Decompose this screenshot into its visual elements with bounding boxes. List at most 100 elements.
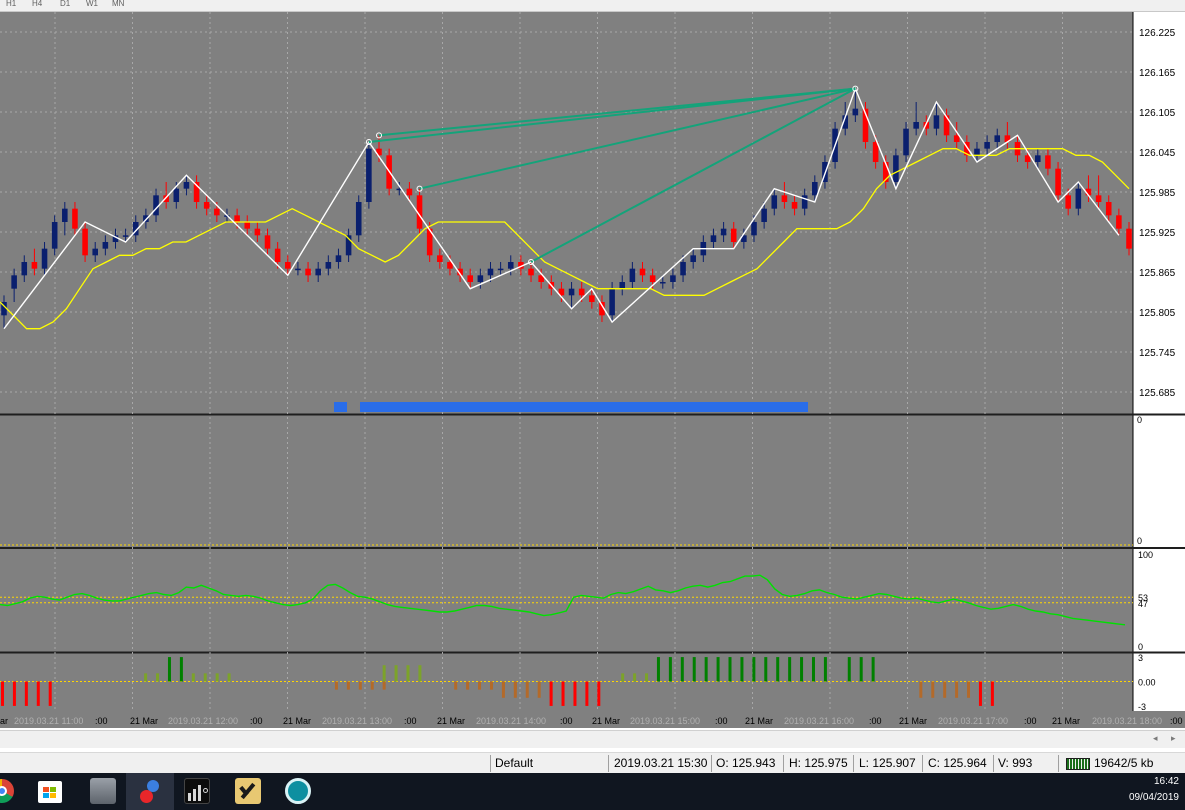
histogram-bar: [764, 657, 768, 682]
status-close: C: 125.964: [928, 756, 987, 770]
histogram-bar: [943, 681, 947, 698]
histogram-bar: [1, 681, 4, 706]
bull-candle: [720, 228, 727, 236]
analytics-icon[interactable]: [184, 778, 210, 804]
horizontal-scrollbar[interactable]: ◂ ▸: [0, 730, 1185, 748]
histogram-bar: [680, 657, 684, 682]
histogram-bar: [800, 657, 804, 682]
timeframe-h4[interactable]: H4: [32, 0, 42, 8]
bull-candle: [761, 208, 767, 222]
bear-candle: [943, 115, 950, 136]
period-separator-label: 2019.03.21 17:00: [938, 716, 1008, 726]
oscillator-tick-label: 0: [1138, 642, 1143, 652]
histogram-bar: [573, 681, 577, 706]
profile-name[interactable]: Default: [495, 756, 533, 770]
bear-candle: [953, 135, 960, 142]
bull-candle: [11, 275, 17, 289]
price-chart[interactable]: 126.225 126.165 126.105 126.045 125.985 125.9…: [0, 12, 1185, 728]
scroll-right-icon[interactable]: ▸: [1171, 733, 1176, 744]
bull-candle: [355, 202, 362, 236]
signal-bar: [360, 402, 808, 412]
histogram-bar: [489, 681, 493, 690]
bull-candle: [315, 268, 321, 276]
taskbar-date[interactable]: 09/04/2019: [1129, 792, 1179, 803]
bull-candle: [751, 222, 757, 236]
histogram-bar: [513, 681, 517, 698]
price-tick-label: 125.805: [1139, 308, 1176, 319]
bull-candle: [1075, 188, 1082, 209]
histogram-bar: [191, 673, 195, 682]
time-tick-label: :00: [250, 716, 263, 726]
bear-candle: [234, 215, 240, 222]
period-separator-label: 2019.03.21 11:00: [14, 716, 83, 726]
time-tick-label: 21 Mar: [437, 716, 465, 726]
status-datetime: 2019.03.21 15:30: [614, 756, 708, 770]
bear-candle: [244, 222, 251, 229]
histogram-bar: [48, 681, 52, 706]
histogram-bar: [668, 657, 672, 682]
bull-candle: [710, 235, 717, 242]
status-bar: Default 2019.03.21 15:30 O: 125.943 H: 1…: [0, 752, 1185, 773]
timeframe-d1[interactable]: D1: [60, 0, 70, 8]
bear-candle: [578, 288, 585, 296]
bull-candle: [487, 268, 494, 276]
bear-candle: [406, 188, 413, 196]
time-tick-label: 21 Mar: [745, 716, 773, 726]
bear-candle: [589, 295, 595, 302]
taskbar-time[interactable]: 16:42: [1154, 776, 1179, 787]
bear-candle: [82, 228, 88, 256]
bull-candle: [122, 235, 129, 237]
bull-candle: [1034, 155, 1041, 162]
indicator-zero-top: 0: [1137, 415, 1142, 425]
bear-candle: [730, 228, 737, 242]
bear-candle: [1116, 215, 1122, 229]
histogram-bar: [859, 657, 863, 682]
timeframe-w1[interactable]: W1: [86, 0, 98, 8]
time-tick-label: 21 Mar: [130, 716, 158, 726]
histogram-bar: [633, 673, 637, 682]
bull-candle: [102, 242, 109, 249]
bear-candle: [639, 268, 646, 276]
bear-candle: [1055, 168, 1061, 196]
time-tick-label: :00: [1170, 716, 1183, 726]
histogram-bar: [656, 657, 660, 682]
bull-candle: [893, 155, 899, 182]
metatrader-icon[interactable]: [139, 778, 165, 804]
bull-candle: [994, 135, 1001, 142]
scroll-left-icon[interactable]: ◂: [1153, 733, 1158, 744]
moving-average-line: [0, 148, 1130, 330]
histogram-bar: [203, 673, 207, 682]
network-icon[interactable]: [285, 778, 311, 804]
status-high: H: 125.975: [789, 756, 848, 770]
store-icon[interactable]: [38, 781, 62, 803]
bull-candle: [325, 262, 332, 269]
time-tick-label: ar: [0, 716, 8, 726]
histogram-bar: [597, 681, 601, 706]
price-tick-label: 126.105: [1139, 108, 1176, 119]
histogram-bar: [418, 665, 422, 682]
file-manager-icon[interactable]: [90, 778, 116, 804]
bear-candle: [31, 262, 38, 269]
histogram-bar: [716, 657, 720, 682]
timeframe-mn[interactable]: MN: [112, 0, 124, 8]
histogram-bar: [752, 657, 756, 682]
bull-candle: [41, 248, 48, 269]
chrome-icon[interactable]: [0, 779, 14, 803]
timeframe-toolbar: H1 H4 D1 W1 MN: [0, 0, 1185, 12]
connection-bars-icon[interactable]: [1066, 758, 1090, 770]
price-tick-label: 126.165: [1139, 68, 1176, 79]
status-volume: V: 993: [998, 756, 1033, 770]
timeframe-h1[interactable]: H1: [6, 0, 16, 8]
status-low: L: 125.907: [859, 756, 916, 770]
histogram-bar: [990, 681, 994, 706]
bear-candle: [1126, 228, 1132, 249]
histogram-bar: [227, 673, 231, 682]
bear-candle: [781, 195, 788, 202]
histogram-bar: [919, 681, 923, 698]
bear-candle: [649, 275, 656, 282]
price-tick-label: 126.225: [1139, 28, 1176, 39]
trendline: [530, 87, 856, 263]
app-icon[interactable]: [235, 778, 261, 804]
chart-area[interactable]: 126.225 126.165 126.105 126.045 125.985 125.9…: [0, 12, 1185, 728]
histogram-bar: [36, 681, 40, 706]
